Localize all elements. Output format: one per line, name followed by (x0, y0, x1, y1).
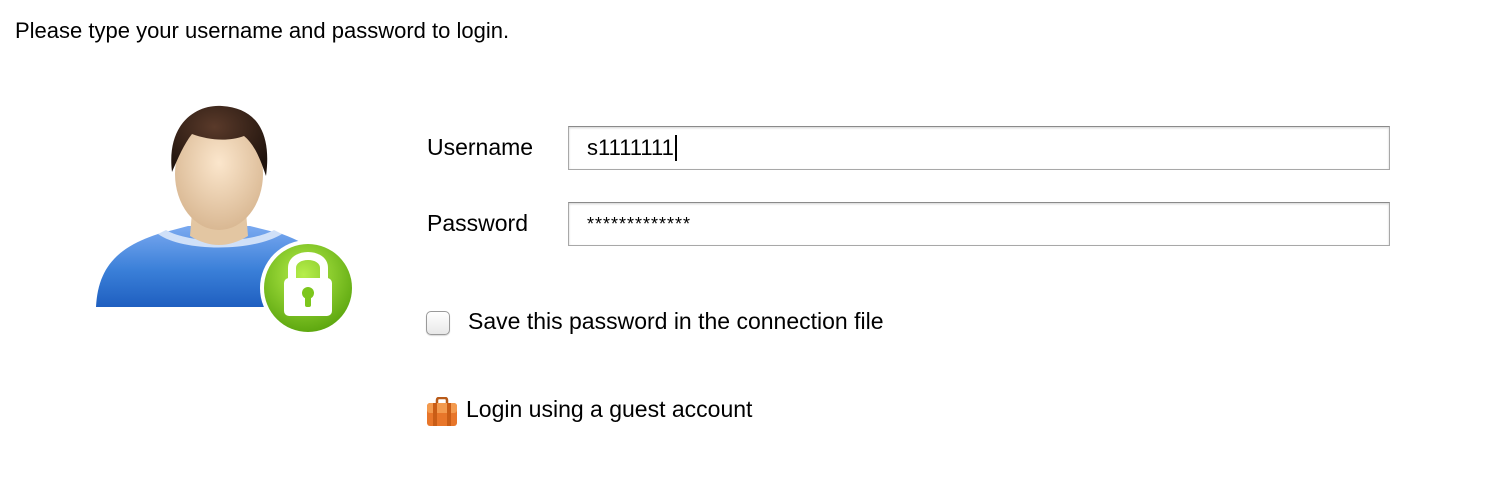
text-caret (674, 135, 677, 161)
password-label: Password (427, 210, 528, 236)
save-password-option[interactable]: Save this password in the connection fil… (426, 307, 884, 335)
user-lock-icon (88, 102, 360, 340)
guest-login-link[interactable]: Login using a guest account (426, 391, 752, 427)
password-value: ************* (587, 213, 692, 234)
username-label: Username (427, 134, 534, 160)
save-password-label[interactable]: Save this password in the connection fil… (468, 307, 884, 335)
save-password-checkbox[interactable] (426, 311, 450, 335)
guest-login-label[interactable]: Login using a guest account (466, 395, 752, 423)
username-value: s1111111 (587, 135, 674, 160)
username-input[interactable]: s1111111 (568, 126, 1390, 170)
instruction-text: Please type your username and password t… (15, 18, 510, 43)
briefcase-icon (426, 391, 458, 427)
login-page: Please type your username and password t… (0, 0, 1508, 494)
password-input[interactable]: ************* (568, 202, 1390, 246)
